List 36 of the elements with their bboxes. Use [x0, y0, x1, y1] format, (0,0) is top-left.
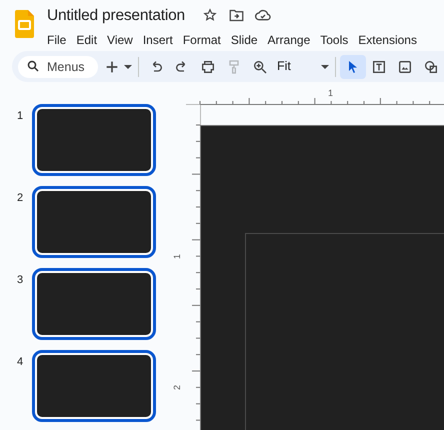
shapes-icon — [423, 58, 439, 74]
zoom-icon — [252, 58, 268, 74]
menu-item[interactable]: Insert — [142, 31, 173, 49]
menu-item[interactable]: Format — [182, 31, 221, 49]
slide-number: 2 — [16, 191, 24, 206]
cloud-icon[interactable] — [254, 9, 271, 21]
cursor-button[interactable] — [340, 54, 366, 78]
ruler-label: 1 — [173, 254, 182, 259]
menu-item[interactable]: Tools — [320, 31, 348, 49]
zoom-dropdown[interactable]: Fit — [273, 54, 331, 78]
document-title[interactable]: Untitled presentation — [47, 6, 185, 24]
menu-item[interactable]: Extensions — [358, 31, 417, 49]
slide-thumbnail[interactable] — [32, 104, 156, 176]
search-icon — [27, 60, 39, 72]
caret-icon — [321, 64, 329, 68]
menu-item[interactable]: Edit — [76, 31, 98, 49]
folder-icon[interactable] — [228, 8, 244, 22]
slide-number: 3 — [16, 273, 24, 288]
star-icon[interactable] — [202, 8, 217, 22]
slide-thumbnail[interactable] — [32, 350, 156, 422]
menu-item[interactable]: View — [107, 31, 133, 49]
image-icon — [397, 58, 413, 74]
menu-item[interactable]: Slide — [230, 31, 258, 49]
ruler-label: 2 — [173, 385, 182, 390]
print-icon — [200, 58, 216, 74]
search-field[interactable]: Menus — [18, 56, 98, 78]
menu-item[interactable]: Arrange — [268, 31, 310, 49]
text-box-icon — [371, 58, 387, 74]
menu-item[interactable]: File — [47, 31, 66, 49]
caret-icon — [124, 64, 132, 68]
slide-number: 4 — [16, 355, 24, 370]
plus-icon — [104, 58, 120, 74]
slide-thumbnail[interactable] — [32, 186, 156, 258]
slide-number: 1 — [16, 109, 24, 124]
ruler-label: 1 — [328, 89, 334, 98]
slide-thumbnail[interactable] — [32, 268, 156, 340]
